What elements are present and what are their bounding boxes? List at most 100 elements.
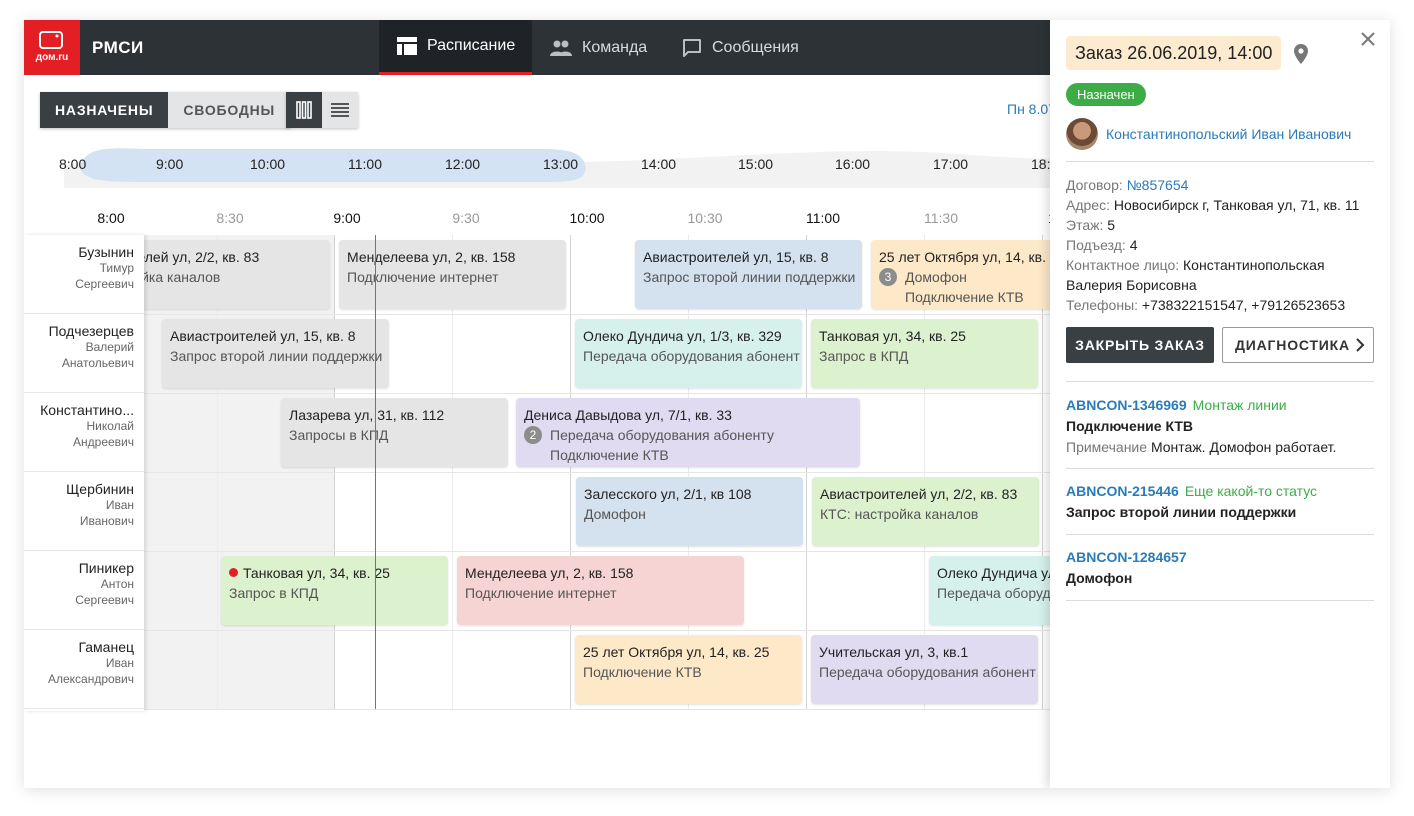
job-note: Монтаж. Домофон работает. — [1150, 439, 1337, 455]
logo[interactable]: дом.ru — [24, 20, 80, 75]
assignment-filter: НАЗНАЧЕНЫ СВОБОДНЫ — [40, 92, 291, 128]
order-card[interactable]: Авиастроителей ул, 15, кв. 8 Запрос втор… — [635, 240, 862, 309]
employee-middle-name: Сергеевич — [75, 277, 134, 291]
order-card[interactable]: Авиастроителей ул, 2/2, кв. 83 КТС: наст… — [812, 477, 1039, 546]
assignee-link[interactable]: Константинопольский Иван Иванович — [1106, 126, 1351, 142]
card-task: Домофон — [905, 269, 967, 285]
employee-row-header[interactable]: Пиникер Антон Сергеевич — [24, 551, 144, 630]
entrance-label: Подъезд: — [1066, 237, 1126, 253]
order-card[interactable]: Танковая ул, 34, кв. 25 Запрос в КПД — [221, 556, 448, 625]
job-item[interactable]: ABNCON-1346969 Монтаж линии Подключение К… — [1066, 395, 1374, 458]
employee-first-name: Валерий — [85, 340, 134, 354]
employee-last-name: Подчезерцев — [48, 323, 134, 339]
card-task: Передача оборудования абоненту — [550, 427, 774, 443]
overview-hour-label: 17:00 — [933, 156, 969, 172]
card-task: КТС: настройка каналов — [820, 506, 979, 522]
divider — [1066, 534, 1374, 535]
columns-view-button[interactable] — [286, 92, 322, 128]
diagnostics-button[interactable]: ДИАГНОСТИКА — [1222, 327, 1374, 363]
contract-link[interactable]: №857654 — [1127, 177, 1189, 193]
order-card[interactable]: Залесского ул, 2/1, кв 108 Домофон — [576, 477, 803, 546]
card-task: Передача оборудования абонент — [819, 664, 1036, 680]
overview-hour-label: 9:00 — [156, 156, 184, 172]
row-divider — [144, 314, 1054, 315]
employee-row-header[interactable]: Щербинин Иван Иванович — [24, 472, 144, 551]
card-task: Запрос второй линии поддержки — [643, 269, 856, 285]
nav-schedule[interactable]: Расписание — [379, 20, 532, 75]
order-card[interactable]: Менделеева ул, 2, кв. 158 Подключение ин… — [457, 556, 744, 625]
task-count-badge: 3 — [879, 268, 897, 286]
employee-row-header[interactable]: Константино... Николай Андреевич — [24, 393, 144, 472]
avatar — [1066, 118, 1098, 150]
close-order-button[interactable]: ЗАКРЫТЬ ЗАКАЗ — [1066, 327, 1214, 363]
list-view-icon — [331, 103, 349, 117]
alert-dot-icon — [229, 568, 238, 577]
nav-team-label: Команда — [582, 38, 648, 56]
nav-team[interactable]: Команда — [550, 20, 647, 75]
order-card[interactable]: 25 лет Октября ул, 14, кв. 25 Подключени… — [575, 635, 802, 704]
card-task-secondary: Подключение КТВ — [550, 447, 669, 463]
card-task-secondary: Подключение КТВ — [905, 289, 1024, 305]
order-card[interactable]: Менделеева ул, 2, кв. 158 Подключение ин… — [339, 240, 566, 309]
employee-last-name: Гаманец — [78, 639, 134, 655]
overview-hour-label: 16:00 — [835, 156, 871, 172]
employee-last-name: Константино... — [40, 402, 134, 418]
employee-row-header[interactable]: Бузынин Тимур Сергеевич — [24, 235, 144, 314]
employee-first-name: Иван — [105, 498, 134, 512]
nav-messages[interactable]: Сообщения — [682, 20, 799, 75]
order-card[interactable]: Учительская ул, 3, кв.1 Передача оборудо… — [811, 635, 1038, 704]
job-code-link[interactable]: ABNCON-1284657 — [1066, 549, 1187, 565]
card-address: Танковая ул, 34, кв. 25 — [243, 565, 390, 581]
date-selector[interactable]: Пн 8.07 — [1007, 101, 1056, 117]
card-task: Запрос второй линии поддержки — [170, 348, 383, 364]
card-task: Передача оборудования абонент — [583, 348, 800, 364]
order-card[interactable]: Лазарева ул, 31, кв. 112 Запросы в КПД — [281, 398, 508, 467]
card-address: Учительская ул, 3, кв.1 — [819, 644, 969, 660]
card-address: Олеко Дундича ул, 1/3, кв. 329 — [583, 328, 782, 344]
filter-free-button[interactable]: СВОБОДНЫ — [168, 92, 291, 128]
order-card[interactable]: 25 лет Октября ул, 14, кв. 25 3 Домофон П… — [871, 240, 1061, 309]
close-icon[interactable] — [1360, 31, 1376, 47]
app-brand: РМСИ — [92, 38, 144, 57]
day-overview[interactable]: 8:00 9:00 10:00 11:00 12:00 13:00 14:00 … — [24, 142, 1066, 188]
columns-view-icon — [296, 101, 312, 119]
order-card[interactable]: Дениса Давыдова ул, 7/1, кв. 33 2 Передач… — [516, 398, 860, 467]
employee-middle-name: Сергеевич — [75, 593, 134, 607]
list-view-button[interactable] — [322, 92, 358, 128]
contract-label: Договор: — [1066, 177, 1123, 193]
filter-assigned-button[interactable]: НАЗНАЧЕНЫ — [40, 92, 169, 128]
divider — [1066, 161, 1374, 162]
card-address: Танковая ул, 34, кв. 25 — [819, 328, 966, 344]
nav-messages-label: Сообщения — [712, 38, 799, 56]
card-task: Запросы в КПД — [289, 427, 389, 443]
chevron-right-icon — [1356, 338, 1365, 352]
diagnostics-button-label: ДИАГНОСТИКА — [1235, 337, 1350, 353]
order-card[interactable]: Авиастроителей ул, 15, кв. 8 Запрос втор… — [162, 319, 389, 388]
time-header-label: 8:00 — [97, 210, 125, 226]
card-address: 25 лет Октября ул, 14, кв. 25 — [879, 249, 1061, 265]
employee-row-header[interactable]: Гаманец Иван Александрович — [24, 630, 144, 709]
job-code-link[interactable]: ABNCON-1346969 — [1066, 397, 1187, 413]
employee-row-header[interactable]: Подчезерцев Валерий Анатольевич — [24, 314, 144, 393]
card-address: Лазарева ул, 31, кв. 112 — [289, 407, 445, 423]
time-header-label: 9:00 — [333, 210, 361, 226]
logo-text: дом.ru — [35, 52, 69, 63]
overview-hour-label: 15:00 — [738, 156, 774, 172]
card-task: Подключение КТВ — [583, 664, 702, 680]
job-item[interactable]: ABNCON-215446 Еще какой-то статус Запрос … — [1066, 481, 1374, 523]
card-address: Авиастроителей ул, 15, кв. 8 — [643, 249, 829, 265]
order-card[interactable]: Олеко Дундича ул, 1/3, кв. 329 Передача … — [575, 319, 802, 388]
employee-middle-name: Александрович — [47, 672, 134, 686]
overview-hour-label: 8:00 — [59, 156, 87, 172]
card-address: 25 лет Октября ул, 14, кв. 25 — [583, 644, 770, 660]
floor-value: 5 — [1107, 217, 1116, 233]
location-pin-icon[interactable] — [1294, 44, 1308, 64]
job-item[interactable]: ABNCON-1284657 Домофон — [1066, 547, 1374, 589]
view-switch — [286, 92, 358, 128]
order-card[interactable]: Танковая ул, 34, кв. 25 Запрос в КПД — [811, 319, 1038, 388]
job-code-link[interactable]: ABNCON-215446 — [1066, 483, 1179, 499]
card-address: Авиастроителей ул, 2/2, кв. 83 — [820, 486, 1018, 502]
card-task: Запрос в КПД — [229, 585, 319, 601]
card-address: Авиастроителей ул, 15, кв. 8 — [170, 328, 356, 344]
phones-value: +738322151547, +79126523653 — [1141, 297, 1346, 313]
